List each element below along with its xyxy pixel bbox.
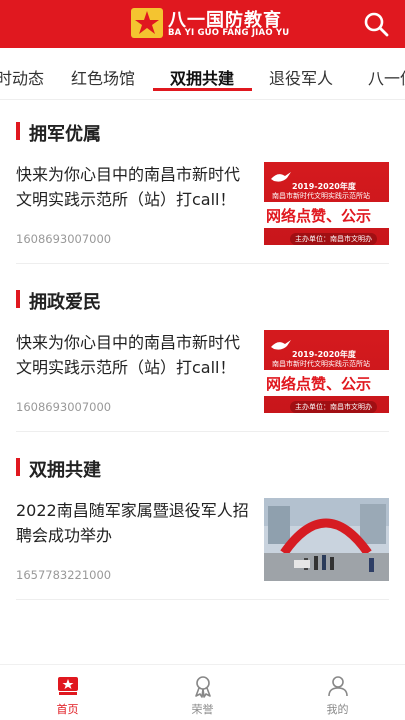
news-item[interactable]: 快来为你心目中的南昌市新时代文明实践示范所（站）打call！ 160869300… bbox=[16, 162, 389, 272]
medal-icon bbox=[195, 676, 211, 698]
dove-icon bbox=[271, 172, 291, 182]
news-title: 快来为你心目中的南昌市新时代文明实践示范所（站）打call！ bbox=[16, 333, 241, 377]
tab-bayi[interactable]: 八一侦 bbox=[368, 65, 405, 89]
tab-double-support[interactable]: 双拥共建 bbox=[170, 65, 234, 89]
news-title: 2022南昌随军家属暨退役军人招聘会成功举办 bbox=[16, 501, 249, 545]
tab-veterans[interactable]: 退役军人 bbox=[269, 65, 333, 89]
news-item[interactable]: 快来为你心目中的南昌市新时代文明实践示范所（站）打call！ 160869300… bbox=[16, 330, 389, 440]
bottom-nav: 首页 荣誉 我的 bbox=[0, 664, 405, 720]
news-thumbnail: 2019-2020年度 南昌市新时代文明实践示范所站 网络点赞、公示 主办单位：… bbox=[264, 162, 389, 245]
nav-label: 首页 bbox=[56, 703, 79, 716]
dove-icon bbox=[271, 340, 291, 350]
logo-subtitle: BA YI GUO FANG JIAO YU bbox=[168, 28, 290, 38]
section-title[interactable]: 双拥共建 bbox=[29, 456, 101, 482]
divider bbox=[16, 431, 389, 432]
divider bbox=[16, 599, 389, 600]
app-logo: 八一国防教育 BA YI GUO FANG JIAO YU bbox=[130, 6, 289, 42]
section-title[interactable]: 拥政爱民 bbox=[29, 288, 101, 314]
nav-label: 荣誉 bbox=[191, 703, 214, 716]
news-timestamp: 1608693007000 bbox=[16, 232, 112, 246]
divider bbox=[16, 263, 389, 264]
tab-news[interactable]: 时动态 bbox=[0, 65, 44, 89]
news-thumbnail bbox=[264, 498, 389, 581]
emblem-icon bbox=[131, 8, 163, 38]
news-timestamp: 1608693007000 bbox=[16, 400, 112, 414]
event-photo bbox=[264, 498, 389, 581]
active-tab-indicator bbox=[153, 88, 252, 91]
section-marker bbox=[16, 122, 20, 140]
category-tabs: 时动态 红色场馆 双拥共建 退役军人 八一侦 bbox=[0, 48, 405, 100]
user-icon bbox=[328, 676, 348, 697]
app-header: 八一国防教育 BA YI GUO FANG JIAO YU bbox=[0, 0, 405, 48]
home-emblem-icon bbox=[58, 677, 78, 695]
section-marker bbox=[16, 290, 20, 308]
search-icon[interactable] bbox=[363, 11, 389, 37]
nav-home[interactable]: 首页 bbox=[0, 665, 135, 720]
news-timestamp: 1657783221000 bbox=[16, 568, 112, 582]
news-item[interactable]: 2022南昌随军家属暨退役军人招聘会成功举办 1657783221000 bbox=[16, 498, 389, 608]
nav-profile[interactable]: 我的 bbox=[270, 665, 405, 720]
nav-label: 我的 bbox=[326, 703, 349, 716]
nav-honor[interactable]: 荣誉 bbox=[135, 665, 270, 720]
section-marker bbox=[16, 458, 20, 476]
section-title[interactable]: 拥军优属 bbox=[29, 120, 101, 146]
news-thumbnail: 2019-2020年度 南昌市新时代文明实践示范所站 网络点赞、公示 主办单位：… bbox=[264, 330, 389, 413]
tab-red-venues[interactable]: 红色场馆 bbox=[71, 65, 135, 89]
news-title: 快来为你心目中的南昌市新时代文明实践示范所（站）打call！ bbox=[16, 165, 241, 209]
